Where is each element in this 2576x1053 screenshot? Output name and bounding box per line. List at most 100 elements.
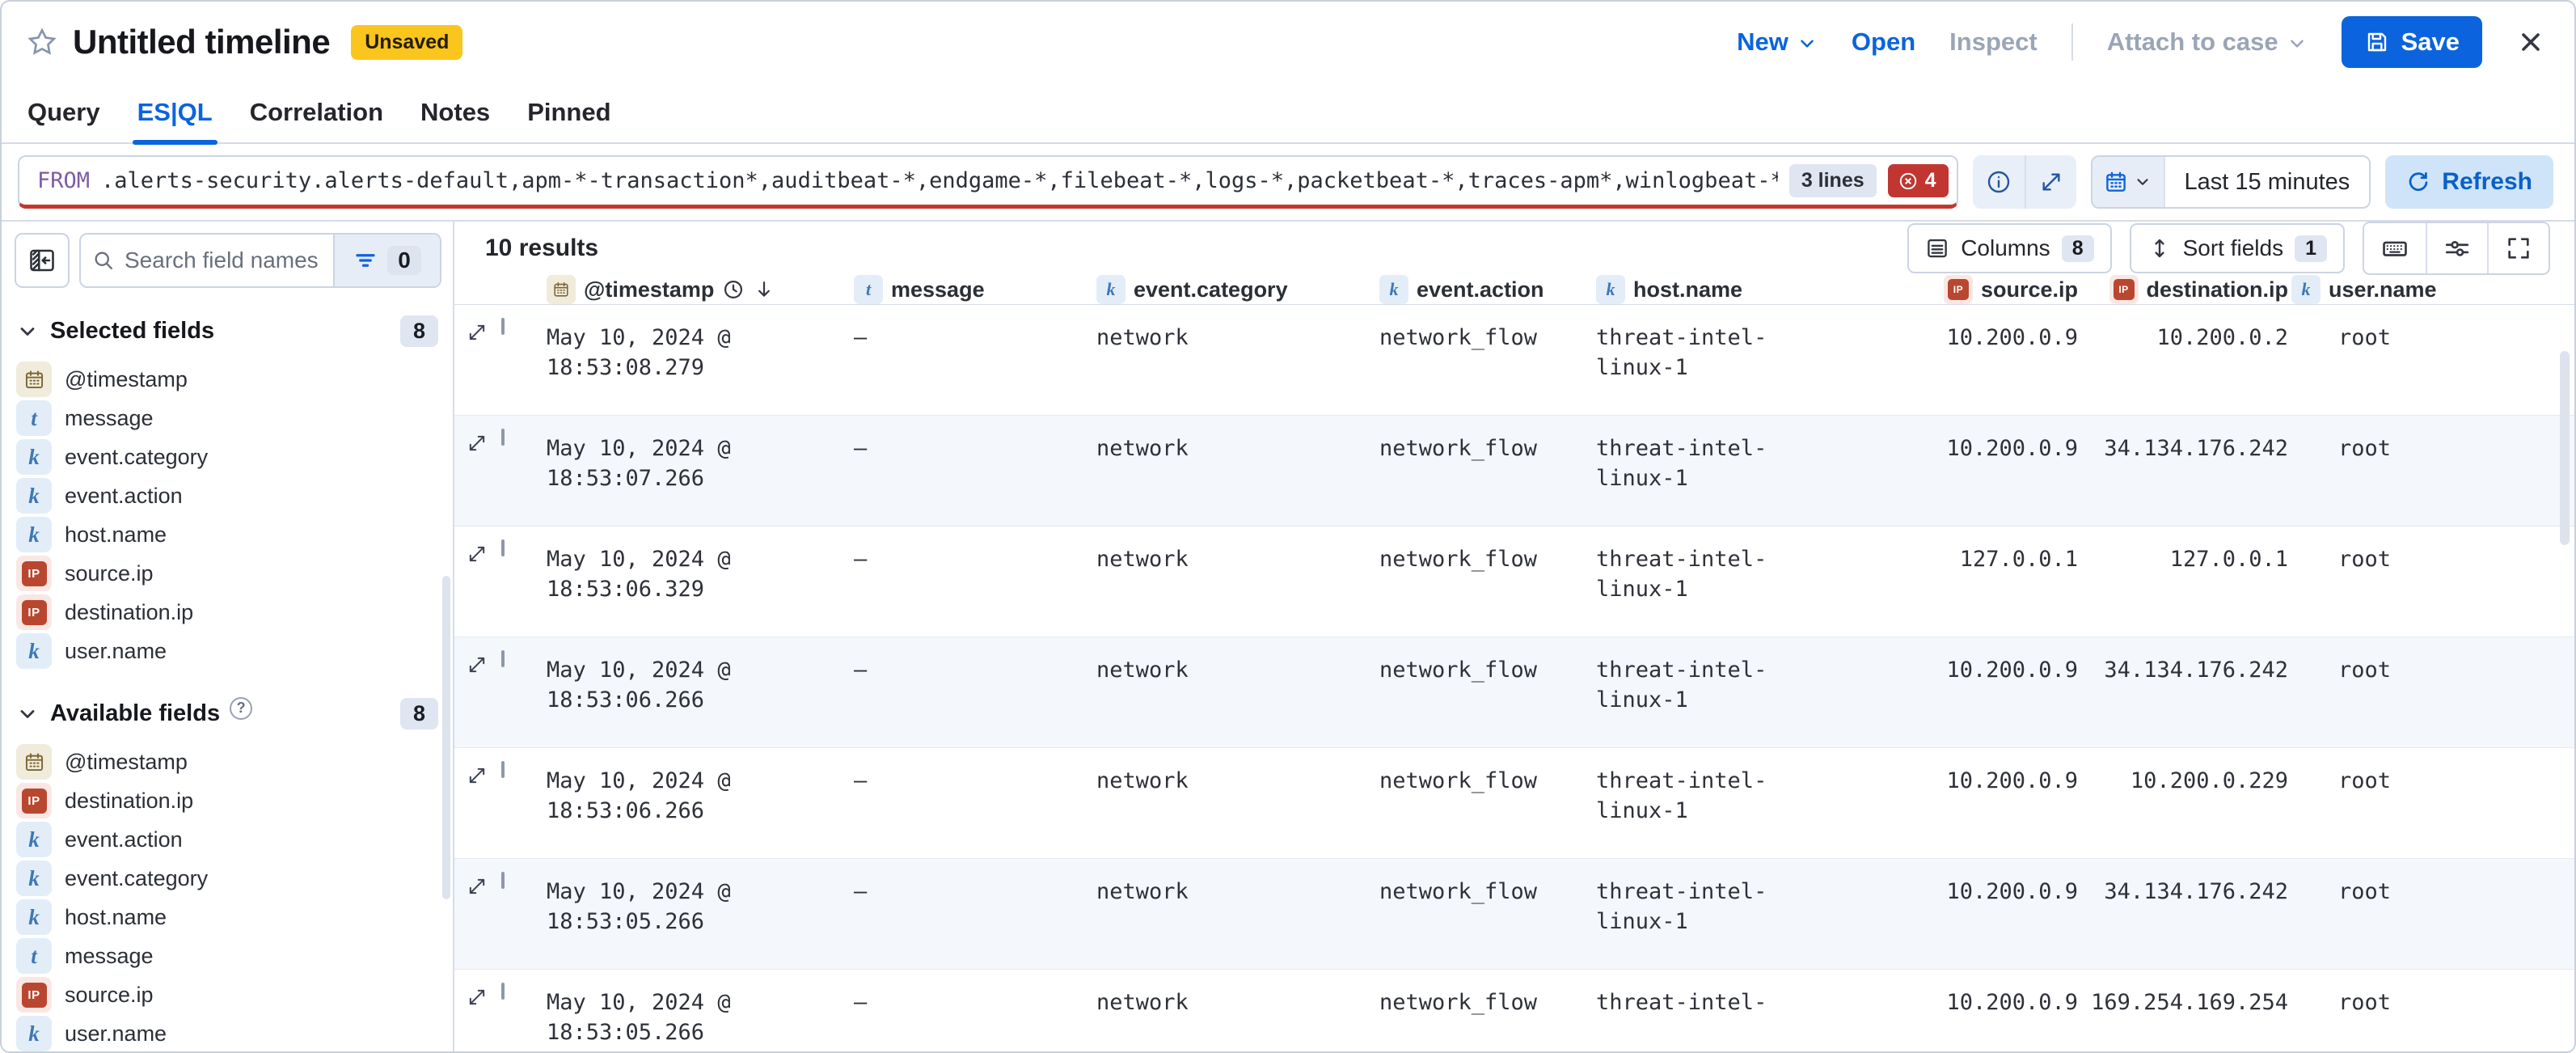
field-list-item[interactable]: k event.action <box>2 820 453 859</box>
cell-message[interactable]: – <box>854 637 1096 747</box>
error-count-badge[interactable]: 4 <box>1888 164 1949 197</box>
available-fields-header[interactable]: Available fields ? 8 <box>2 698 453 729</box>
field-list-item[interactable]: k user.name <box>2 632 453 670</box>
field-list-item[interactable]: t message <box>2 399 453 438</box>
cell-event-category[interactable]: network <box>1096 416 1379 526</box>
cell-host-name[interactable]: threat-intel-linux-1 <box>1596 305 1936 415</box>
inspect-button[interactable]: Inspect <box>1949 27 2038 57</box>
tab-pinned[interactable]: Pinned <box>527 82 610 142</box>
cell-event-action[interactable]: network_flow <box>1379 526 1596 636</box>
cell-user-name[interactable]: root <box>2291 526 2510 636</box>
cell-host-name[interactable]: threat-intel-linux-1 <box>1596 416 1936 526</box>
tab-correlation[interactable]: Correlation <box>250 82 383 142</box>
cell-message[interactable]: – <box>854 305 1096 415</box>
cell-timestamp[interactable]: May 10, 2024 @18:53:07.266 <box>547 416 854 526</box>
cell-message[interactable]: – <box>854 416 1096 526</box>
cell-destination-ip[interactable]: 10.200.0.229 <box>2081 748 2291 858</box>
cell-destination-ip[interactable]: 34.134.176.242 <box>2081 416 2291 526</box>
display-options-button[interactable] <box>2426 223 2487 273</box>
field-list-item[interactable]: k user.name <box>2 1014 453 1051</box>
row-checkbox[interactable] <box>501 983 505 1000</box>
cell-destination-ip[interactable]: 10.200.0.2 <box>2081 305 2291 415</box>
column-header-destinationip[interactable]: IPdestination.ip <box>2081 275 2291 304</box>
row-checkbox[interactable] <box>501 650 505 667</box>
field-list-item[interactable]: k event.action <box>2 476 453 515</box>
cell-destination-ip[interactable]: 127.0.0.1 <box>2081 526 2291 636</box>
cell-host-name[interactable]: threat-intel-linux-1 <box>1596 526 1936 636</box>
cell-event-category[interactable]: network <box>1096 526 1379 636</box>
column-header-timestamp[interactable]: @timestamp <box>547 275 854 304</box>
cell-timestamp[interactable]: May 10, 2024 @18:53:06.266 <box>547 748 854 858</box>
column-header-sourceip[interactable]: IPsource.ip <box>1936 275 2081 304</box>
expand-event-button[interactable] <box>466 637 501 747</box>
row-checkbox[interactable] <box>501 539 505 556</box>
expand-event-button[interactable] <box>466 748 501 858</box>
esql-editor[interactable]: FROM .alerts-security.alerts-default,apm… <box>18 155 1958 209</box>
cell-timestamp[interactable]: May 10, 2024 @18:53:08.279 <box>547 305 854 415</box>
cell-source-ip[interactable]: 10.200.0.9 <box>1936 970 2081 1053</box>
save-button[interactable]: Save <box>2342 16 2482 68</box>
field-list-item[interactable]: @timestamp <box>2 360 453 399</box>
cell-source-ip[interactable]: 127.0.0.1 <box>1936 526 2081 636</box>
cell-event-category[interactable]: network <box>1096 305 1379 415</box>
row-checkbox[interactable] <box>501 761 505 778</box>
cell-user-name[interactable]: root <box>2291 416 2510 526</box>
expand-event-button[interactable] <box>466 526 501 636</box>
cell-source-ip[interactable]: 10.200.0.9 <box>1936 748 2081 858</box>
attach-to-case-button[interactable]: Attach to case <box>2107 27 2308 57</box>
tab-query[interactable]: Query <box>27 82 100 142</box>
cell-source-ip[interactable]: 10.200.0.9 <box>1936 637 2081 747</box>
cell-destination-ip[interactable]: 34.134.176.242 <box>2081 859 2291 969</box>
cell-event-category[interactable]: network <box>1096 748 1379 858</box>
cell-host-name[interactable]: threat-intel-linux-1 <box>1596 748 1936 858</box>
sidebar-scrollbar[interactable] <box>442 576 450 899</box>
cell-message[interactable]: – <box>854 859 1096 969</box>
column-header-eventaction[interactable]: kevent.action <box>1379 275 1596 304</box>
column-header-message[interactable]: tmessage <box>854 275 1096 304</box>
cell-event-action[interactable]: network_flow <box>1379 416 1596 526</box>
new-button[interactable]: New <box>1737 27 1818 57</box>
collapse-fields-panel-button[interactable] <box>15 233 70 288</box>
close-icon[interactable] <box>2516 27 2545 57</box>
cell-user-name[interactable]: root <box>2291 859 2510 969</box>
cell-host-name[interactable]: threat-intel- <box>1596 970 1936 1053</box>
cell-event-action[interactable]: network_flow <box>1379 748 1596 858</box>
cell-timestamp[interactable]: May 10, 2024 @18:53:05.266 <box>547 970 854 1053</box>
date-picker-calendar-button[interactable] <box>2092 157 2164 207</box>
favorite-star-icon[interactable] <box>26 26 58 58</box>
cell-message[interactable]: – <box>854 748 1096 858</box>
field-list-item[interactable]: k event.category <box>2 438 453 476</box>
cell-destination-ip[interactable]: 169.254.169.254 <box>2081 970 2291 1053</box>
field-list-item[interactable]: k event.category <box>2 859 453 898</box>
cell-event-category[interactable]: network <box>1096 637 1379 747</box>
expand-event-button[interactable] <box>466 859 501 969</box>
table-scrollbar[interactable] <box>2560 351 2570 545</box>
editor-expand-button[interactable] <box>2025 155 2076 209</box>
row-checkbox[interactable] <box>501 318 505 335</box>
open-button[interactable]: Open <box>1852 27 1915 57</box>
cell-user-name[interactable]: root <box>2291 637 2510 747</box>
cell-source-ip[interactable]: 10.200.0.9 <box>1936 416 2081 526</box>
cell-host-name[interactable]: threat-intel-linux-1 <box>1596 637 1936 747</box>
field-list-item[interactable]: k host.name <box>2 898 453 937</box>
cell-message[interactable]: – <box>854 526 1096 636</box>
sort-fields-button[interactable]: Sort fields 1 <box>2130 223 2345 273</box>
cell-user-name[interactable]: root <box>2291 748 2510 858</box>
cell-host-name[interactable]: threat-intel-linux-1 <box>1596 859 1936 969</box>
expand-event-button[interactable] <box>466 305 501 415</box>
field-list-item[interactable]: t message <box>2 937 453 975</box>
field-list-item[interactable]: IP source.ip <box>2 975 453 1014</box>
expand-event-button[interactable] <box>466 970 501 1053</box>
lines-badge[interactable]: 3 lines <box>1789 164 1877 197</box>
columns-button[interactable]: Columns 8 <box>1907 223 2111 273</box>
cell-timestamp[interactable]: May 10, 2024 @18:53:06.329 <box>547 526 854 636</box>
fullscreen-button[interactable] <box>2487 223 2549 273</box>
cell-event-action[interactable]: network_flow <box>1379 637 1596 747</box>
column-header-eventcategory[interactable]: kevent.category <box>1096 275 1379 304</box>
field-list-item[interactable]: IP destination.ip <box>2 593 453 632</box>
cell-user-name[interactable]: root <box>2291 305 2510 415</box>
tab-notes[interactable]: Notes <box>420 82 490 142</box>
cell-source-ip[interactable]: 10.200.0.9 <box>1936 305 2081 415</box>
cell-timestamp[interactable]: May 10, 2024 @18:53:06.266 <box>547 637 854 747</box>
cell-event-action[interactable]: network_flow <box>1379 305 1596 415</box>
